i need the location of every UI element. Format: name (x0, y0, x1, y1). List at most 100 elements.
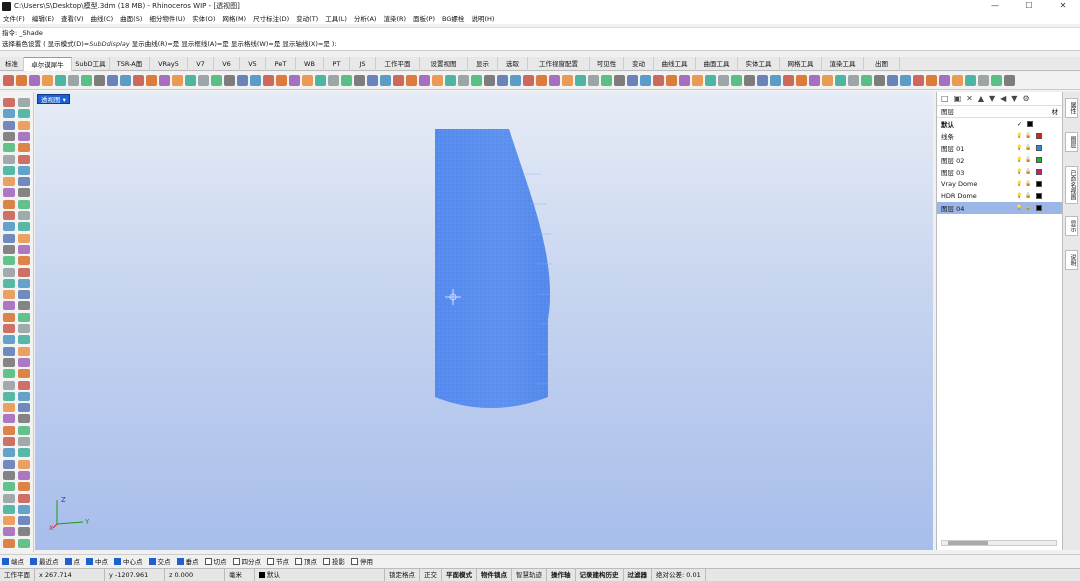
toolbar-tool-icon[interactable] (172, 75, 183, 86)
menu-item[interactable]: 实体(O) (192, 13, 215, 23)
toolbar-tool-icon[interactable] (614, 75, 625, 86)
tab-21[interactable]: 实体工具 (738, 57, 780, 71)
tab-17[interactable]: 可见性 (590, 57, 624, 71)
lock-icon[interactable]: 🔓 (1024, 181, 1033, 187)
left-tool-icon[interactable] (3, 131, 15, 141)
toolbar-tool-icon[interactable] (302, 75, 313, 86)
left-tool-icon[interactable] (18, 470, 30, 480)
toolbar-tool-icon[interactable] (887, 75, 898, 86)
bulb-icon[interactable]: 💡 (1015, 181, 1024, 187)
toolbar-tool-icon[interactable] (458, 75, 469, 86)
left-tool-icon[interactable] (18, 98, 30, 107)
left-tool-icon[interactable] (3, 222, 15, 232)
left-tool-icon[interactable] (3, 357, 15, 367)
toolbar-tool-icon[interactable] (315, 75, 326, 86)
toolbar-tool-icon[interactable] (276, 75, 287, 86)
toolbar-tool-icon[interactable] (874, 75, 885, 86)
layer-row[interactable]: 默认 ✓ (937, 118, 1062, 130)
osnap-checkbox[interactable] (295, 557, 302, 565)
left-tool-icon[interactable] (3, 346, 15, 356)
toolbar-tool-icon[interactable] (341, 75, 352, 86)
toolbar-tool-icon[interactable] (861, 75, 872, 86)
tab-24[interactable]: 出图 (864, 57, 900, 71)
left-tool-icon[interactable] (3, 482, 15, 492)
current-layer-indicator[interactable]: 默认 (255, 568, 385, 581)
osnap-option[interactable]: 停用 (351, 556, 373, 566)
left-tool-icon[interactable] (18, 256, 30, 266)
back-icon[interactable]: ◀ (1000, 94, 1006, 103)
osnap-option[interactable]: 投影 (323, 556, 345, 566)
osnap-option[interactable]: 点 (64, 556, 80, 566)
tab-1[interactable]: 卓尔谟犀牛 (24, 57, 72, 71)
toolbar-tool-icon[interactable] (705, 75, 716, 86)
left-tool-icon[interactable] (18, 448, 30, 458)
toolbar-tool-icon[interactable] (484, 75, 495, 86)
left-tool-icon[interactable] (3, 516, 15, 526)
left-tool-icon[interactable] (18, 493, 30, 503)
mode-toggle[interactable]: 正交 (420, 568, 442, 581)
toolbar-tool-icon[interactable] (796, 75, 807, 86)
menu-item[interactable]: 面板(P) (413, 13, 435, 23)
toolbar-tool-icon[interactable] (107, 75, 118, 86)
toolbar-tool-icon[interactable] (432, 75, 443, 86)
menu-item[interactable]: 分析(A) (354, 13, 377, 23)
left-tool-icon[interactable] (3, 188, 15, 198)
osnap-checkbox[interactable] (86, 557, 93, 565)
left-tool-icon[interactable] (3, 369, 15, 379)
toolbar-tool-icon[interactable] (198, 75, 209, 86)
toolbar-tool-icon[interactable] (159, 75, 170, 86)
left-tool-icon[interactable] (3, 165, 15, 175)
osnap-checkbox[interactable] (2, 557, 9, 565)
toolbar-tool-icon[interactable] (835, 75, 846, 86)
material-column[interactable]: 材 (1052, 106, 1059, 117)
layer-row[interactable]: 图层 01 💡 🔓 (937, 142, 1062, 154)
tab-16[interactable]: 工作视窗配置 (528, 57, 590, 71)
lock-icon[interactable]: 🔓 (1024, 157, 1033, 163)
tab-15[interactable]: 选取 (498, 57, 528, 71)
toolbar-tool-icon[interactable] (185, 75, 196, 86)
toolbar-tool-icon[interactable] (692, 75, 703, 86)
subd-model[interactable] (433, 129, 563, 414)
toolbar-tool-icon[interactable] (783, 75, 794, 86)
menu-item[interactable]: 尺寸标注(D) (253, 13, 289, 23)
toolbar-tool-icon[interactable] (250, 75, 261, 86)
tab-11[interactable]: JS (350, 57, 376, 71)
menu-item[interactable]: BG螺栓 (442, 13, 464, 23)
left-tool-icon[interactable] (3, 233, 15, 243)
layer-color-swatch[interactable] (1036, 133, 1042, 139)
toolbar-tool-icon[interactable] (237, 75, 248, 86)
layer-color-swatch[interactable] (1036, 145, 1042, 151)
menu-item[interactable]: 查看(V) (61, 13, 84, 23)
tab-12[interactable]: 工作平面 (376, 57, 420, 71)
bulb-icon[interactable]: 💡 (1015, 133, 1024, 139)
toolbar-tool-icon[interactable] (146, 75, 157, 86)
menu-item[interactable]: 变动(T) (296, 13, 318, 23)
osnap-checkbox[interactable] (30, 557, 37, 565)
left-tool-icon[interactable] (3, 211, 15, 220)
tab-23[interactable]: 渲染工具 (822, 57, 864, 71)
osnap-checkbox[interactable] (176, 557, 184, 565)
osnap-option[interactable]: 四分点 (232, 556, 261, 566)
toolbar-tool-icon[interactable] (952, 75, 963, 86)
menu-item[interactable]: 网格(M) (222, 13, 246, 23)
left-tool-icon[interactable] (3, 290, 15, 300)
toolbar-tool-icon[interactable] (523, 75, 534, 86)
left-tool-icon[interactable] (3, 109, 15, 119)
filter-icon[interactable]: ▼ (1011, 94, 1017, 103)
close-button[interactable]: ✕ (1046, 0, 1080, 12)
osnap-option[interactable]: 端点 (2, 556, 24, 566)
left-tool-icon[interactable] (18, 290, 30, 300)
display-mode-option[interactable]: SubDdisplay (89, 40, 129, 48)
osnap-option[interactable]: 最近点 (30, 556, 59, 566)
left-tool-icon[interactable] (3, 278, 15, 288)
toolbar-tool-icon[interactable] (68, 75, 79, 86)
left-tool-icon[interactable] (18, 199, 30, 209)
mode-toggle[interactable]: 过滤器 (624, 568, 652, 581)
toolbar-tool-icon[interactable] (263, 75, 274, 86)
left-tool-icon[interactable] (3, 391, 15, 401)
left-tool-icon[interactable] (3, 244, 15, 254)
toolbar-tool-icon[interactable] (978, 75, 989, 86)
tab-4[interactable]: VRay5 (150, 57, 188, 71)
mode-toggle[interactable]: 物件锁点 (477, 568, 512, 581)
toolbar-tool-icon[interactable] (510, 75, 521, 86)
